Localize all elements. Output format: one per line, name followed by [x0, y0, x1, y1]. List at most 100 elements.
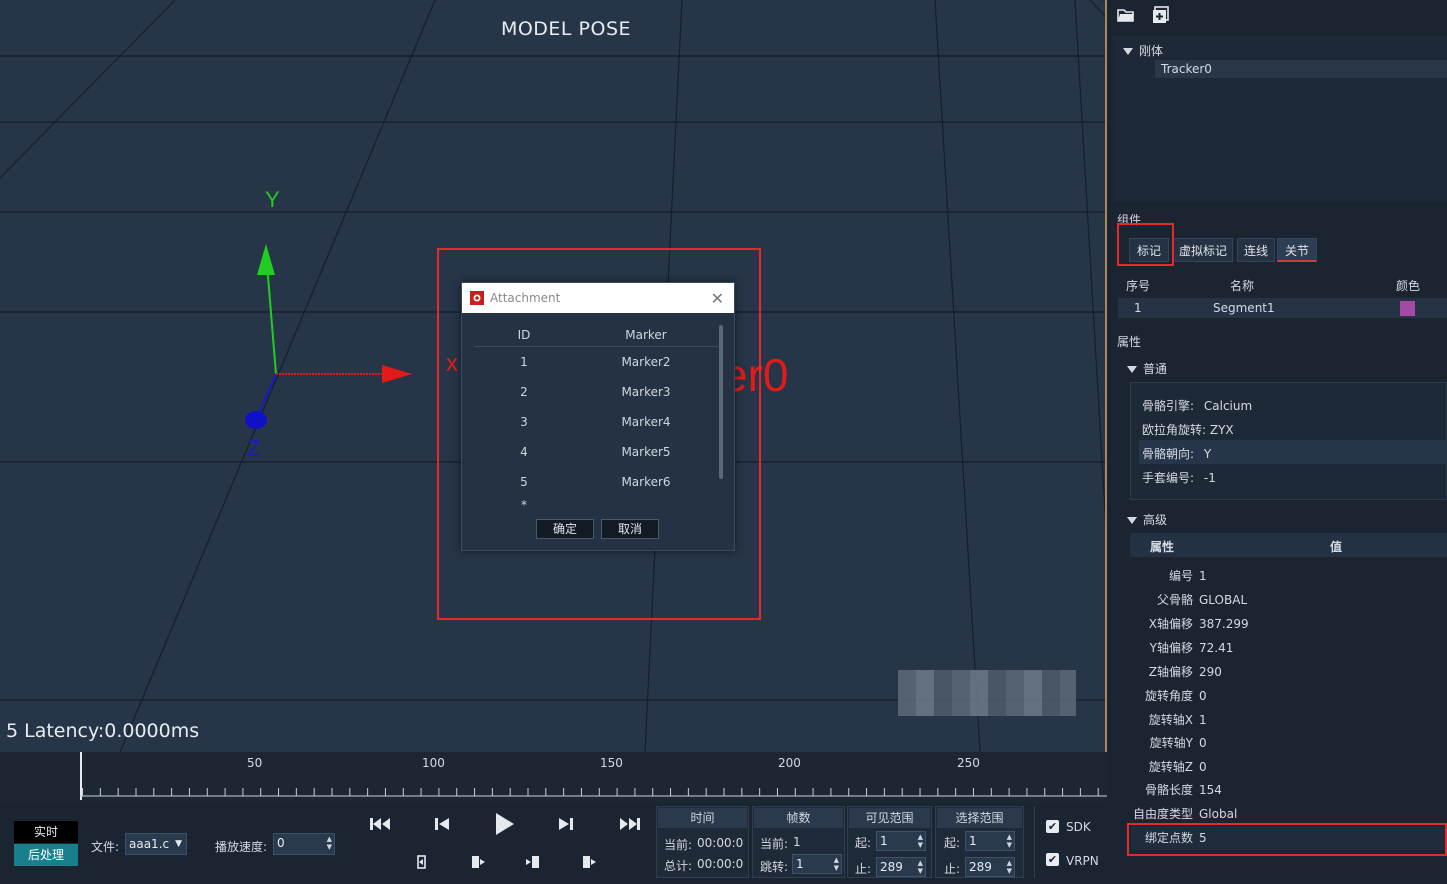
file-select[interactable]: aaa1.c ▼	[125, 833, 187, 855]
segment-color-swatch[interactable]	[1400, 301, 1415, 316]
advanced-section-toggle[interactable]: 高级	[1127, 511, 1167, 528]
spin-arrows-icon[interactable]: ▲ ▼	[918, 833, 923, 849]
adv-row[interactable]: 骨骼长度 154	[1131, 778, 1447, 802]
adv-row[interactable]: 父骨骼 GLOBAL	[1131, 588, 1447, 612]
prop-value[interactable]: Calcium	[1204, 399, 1252, 413]
segment-row[interactable]: 1 Segment1	[1118, 298, 1447, 318]
properties-label: 属性	[1117, 335, 1142, 349]
expand-arrow-icon[interactable]	[1127, 366, 1137, 373]
general-section-toggle[interactable]: 普通	[1127, 360, 1167, 377]
tree-item-tracker0[interactable]: Tracker0	[1155, 60, 1447, 78]
table-row[interactable]: 3 Marker4	[474, 407, 718, 437]
dialog-scrollbar[interactable]	[719, 325, 723, 479]
spin-arrows-icon[interactable]: ▲ ▼	[327, 835, 332, 851]
vrpn-checkbox[interactable]: ✔	[1046, 853, 1059, 866]
visible-start-spinbox[interactable]: 1 ▲ ▼	[876, 831, 926, 851]
tree-root[interactable]: 刚体	[1123, 42, 1163, 59]
select-start-label: 起:	[944, 836, 961, 850]
prop-value[interactable]: -1	[1204, 471, 1216, 485]
adv-value[interactable]: 387.299	[1199, 612, 1249, 636]
adv-row[interactable]: 旋转角度 0	[1131, 684, 1447, 708]
cell-marker[interactable]: Marker2	[574, 355, 718, 369]
prop-value[interactable]: Y	[1204, 447, 1211, 461]
frames-jump-label: 跳转:	[760, 860, 789, 874]
adv-value[interactable]: GLOBAL	[1199, 588, 1247, 612]
timeline-ruler[interactable]	[0, 752, 1107, 804]
step-back-icon[interactable]	[432, 815, 452, 833]
adv-value[interactable]: 1	[1199, 708, 1207, 732]
adv-value[interactable]: 154	[1199, 778, 1222, 802]
time-total-value: 00:00:0‹	[697, 857, 743, 871]
adv-key: 父骨骼	[1156, 593, 1193, 607]
file-label: 文件:	[91, 840, 120, 854]
cancel-button[interactable]: 取消	[601, 519, 659, 539]
expand-arrow-icon[interactable]	[1123, 48, 1133, 55]
cell-marker[interactable]: Marker4	[574, 415, 718, 429]
mark-out-icon[interactable]	[469, 854, 487, 870]
step-forward-icon[interactable]	[556, 815, 576, 833]
select-start-value: 1	[969, 834, 977, 848]
tab-virtual-markers[interactable]: 虚拟标记	[1173, 238, 1233, 262]
add-item-icon[interactable]	[1152, 6, 1170, 24]
tab-joints[interactable]: 关节	[1277, 238, 1317, 262]
frames-current-label: 当前:	[760, 837, 789, 851]
advanced-header-property: 属性	[1150, 540, 1175, 554]
table-row[interactable]: 5 Marker6	[474, 467, 718, 497]
spin-arrows-icon[interactable]: ▲ ▼	[918, 859, 923, 875]
table-row[interactable]: 1 Marker2	[474, 347, 718, 377]
mode-post-button[interactable]: 后处理	[14, 844, 78, 866]
trim-in-icon[interactable]	[524, 854, 542, 870]
column-header-marker: Marker	[625, 327, 667, 342]
spin-arrows-icon[interactable]: ▲ ▼	[1007, 833, 1012, 849]
adv-row[interactable]: Z轴偏移 290	[1131, 660, 1447, 684]
visible-end-spinbox[interactable]: 289 ▲ ▼	[876, 857, 926, 877]
prop-value[interactable]: ZYX	[1210, 423, 1234, 437]
adv-value[interactable]: 1	[1199, 564, 1207, 588]
expand-arrow-icon[interactable]	[1127, 517, 1137, 524]
tab-links[interactable]: 连线	[1237, 238, 1275, 262]
frames-current-value: 1	[793, 835, 801, 849]
ruler-label: 50	[247, 756, 263, 770]
mode-realtime-button[interactable]: 实时	[14, 821, 78, 843]
adv-row[interactable]: Y轴偏移 72.41	[1131, 636, 1447, 660]
frames-jump-spinbox[interactable]: 1 ▲ ▼	[792, 854, 842, 874]
adv-key: Z轴偏移	[1148, 665, 1193, 679]
skip-to-start-icon[interactable]	[368, 815, 392, 833]
adv-row[interactable]: 旋转轴X 1	[1131, 708, 1447, 732]
adv-value[interactable]: 0	[1199, 755, 1207, 779]
select-start-spinbox[interactable]: 1 ▲ ▼	[965, 831, 1015, 851]
speed-spinbox[interactable]: 0 ▲ ▼	[273, 833, 335, 855]
adv-row[interactable]: X轴偏移 387.299	[1131, 612, 1447, 636]
adv-row[interactable]: 旋转轴Y 0	[1131, 731, 1447, 755]
close-icon[interactable]: ✕	[711, 289, 724, 308]
sdk-checkbox[interactable]: ✔	[1046, 820, 1059, 833]
cell-marker[interactable]: Marker6	[574, 475, 718, 489]
adv-value[interactable]: 0	[1199, 731, 1207, 755]
frames-header: 帧数	[754, 808, 843, 828]
cell-marker[interactable]: Marker3	[574, 385, 718, 399]
skip-to-end-icon[interactable]	[618, 815, 642, 833]
ok-button[interactable]: 确定	[536, 519, 594, 539]
table-row-new[interactable]: *	[474, 497, 718, 513]
z-axis-label: Z	[247, 436, 261, 461]
mark-in-icon[interactable]	[414, 854, 432, 870]
table-row[interactable]: 4 Marker5	[474, 437, 718, 467]
adv-value[interactable]: 0	[1199, 684, 1207, 708]
spin-arrows-icon[interactable]: ▲ ▼	[1007, 859, 1012, 875]
rigid-body-tree: 刚体 Tracker0	[1113, 36, 1447, 202]
trim-out-icon[interactable]	[580, 854, 598, 870]
open-folder-icon[interactable]	[1117, 6, 1135, 24]
prop-key: 骨骼引擎:	[1142, 399, 1195, 413]
adv-value[interactable]: 290	[1199, 660, 1222, 684]
cell-marker[interactable]: Marker5	[574, 445, 718, 459]
column-header-color: 颜色	[1396, 279, 1421, 293]
time-header: 时间	[658, 808, 747, 828]
adv-row[interactable]: 旋转轴Z 0	[1131, 755, 1447, 779]
spin-arrows-icon[interactable]: ▲ ▼	[834, 856, 839, 872]
table-row[interactable]: 2 Marker3	[474, 377, 718, 407]
adv-value[interactable]: 72.41	[1199, 636, 1233, 660]
select-end-spinbox[interactable]: 289 ▲ ▼	[965, 857, 1015, 877]
play-icon[interactable]	[492, 811, 516, 837]
adv-row[interactable]: 编号 1	[1131, 564, 1447, 588]
speed-label: 播放速度:	[215, 840, 268, 854]
